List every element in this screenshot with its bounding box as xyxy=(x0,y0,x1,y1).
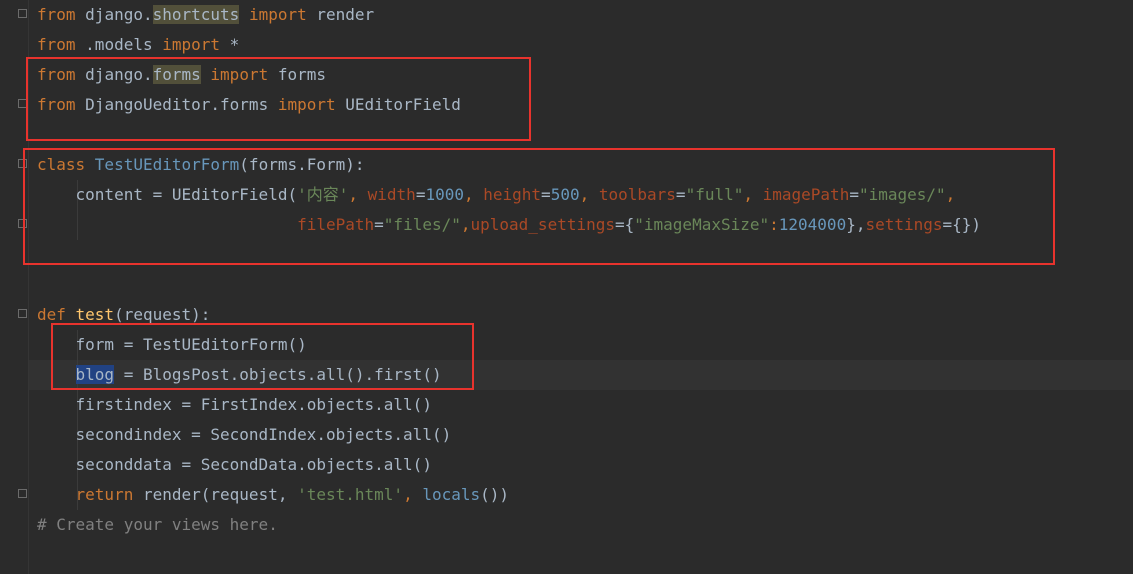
code-token: import xyxy=(239,5,317,24)
code-token: ()) xyxy=(480,485,510,504)
code-token: * xyxy=(229,35,240,54)
editor-gutter[interactable] xyxy=(0,0,29,574)
annotation-box-form-class xyxy=(23,148,1055,265)
code-token: from xyxy=(37,5,86,24)
code-line[interactable]: seconddata = SecondData.objects.all() xyxy=(37,450,432,480)
code-line[interactable]: # Create your views here. xyxy=(37,510,278,540)
code-token: 'test.html' xyxy=(297,485,404,504)
code-token: (request): xyxy=(114,305,211,324)
code-line[interactable]: secondindex = SecondIndex.objects.all() xyxy=(37,420,452,450)
code-token: # Create your views here. xyxy=(37,515,278,534)
code-token: def xyxy=(37,305,76,324)
fold-marker-icon[interactable] xyxy=(18,489,27,498)
code-token: return xyxy=(75,485,143,504)
code-token: secondindex = SecondIndex.objects.all() xyxy=(37,425,452,444)
code-token: render xyxy=(316,5,375,24)
code-token: django. xyxy=(85,5,153,24)
code-token: import xyxy=(162,35,230,54)
code-token: .models xyxy=(85,35,163,54)
annotation-box-view-lines xyxy=(51,323,474,390)
code-token: from xyxy=(37,35,86,54)
fold-marker-icon[interactable] xyxy=(18,309,27,318)
fold-marker-icon[interactable] xyxy=(18,9,27,18)
code-token: firstindex = FirstIndex.objects.all() xyxy=(37,395,432,414)
code-editor[interactable]: from django.shortcuts import render from … xyxy=(0,0,1133,574)
code-token: , xyxy=(403,485,423,504)
annotation-box-imports xyxy=(26,57,531,141)
code-line[interactable]: from .models import * xyxy=(37,30,239,60)
code-line[interactable]: firstindex = FirstIndex.objects.all() xyxy=(37,390,432,420)
code-line[interactable]: from django.shortcuts import render xyxy=(37,0,374,30)
code-token: locals xyxy=(422,485,481,504)
code-token: test xyxy=(75,305,115,324)
code-token: shortcuts xyxy=(152,5,240,24)
code-token: render(request, xyxy=(142,485,298,504)
code-line[interactable]: return render(request, 'test.html', loca… xyxy=(37,480,510,510)
code-token: seconddata = SecondData.objects.all() xyxy=(37,455,432,474)
